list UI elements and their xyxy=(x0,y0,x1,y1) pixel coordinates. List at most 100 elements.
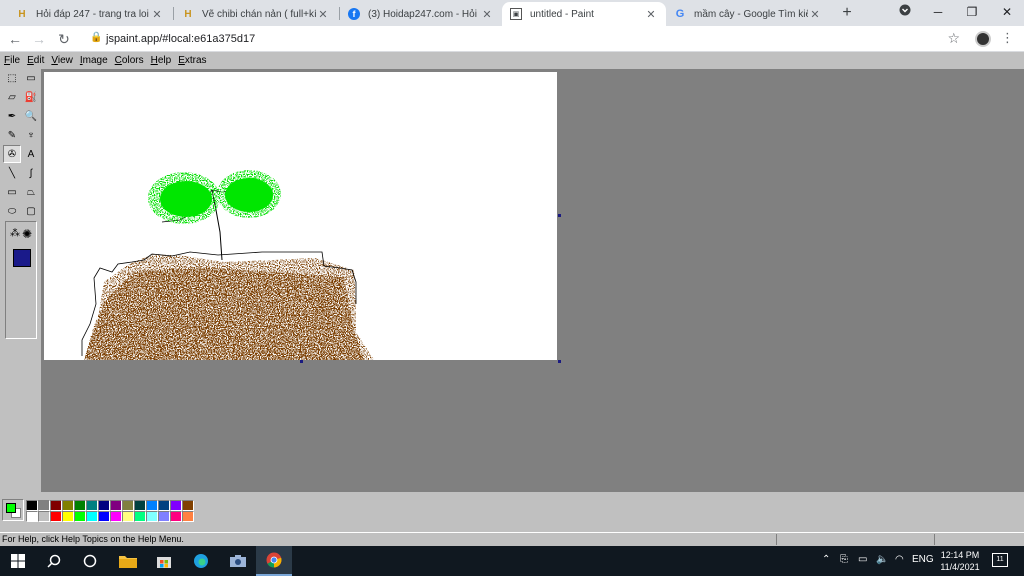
color-swatch[interactable] xyxy=(134,511,146,522)
notification-center-icon[interactable]: 11 xyxy=(992,553,1008,567)
rounded-rectangle-icon[interactable]: ▢ xyxy=(22,202,40,220)
reload-button[interactable]: ↻ xyxy=(55,30,73,48)
color-swatch[interactable] xyxy=(86,511,98,522)
color-swatch[interactable] xyxy=(110,511,122,522)
battery-icon[interactable]: ▭ xyxy=(858,554,867,565)
forward-button[interactable]: → xyxy=(30,30,48,48)
color-swatch[interactable] xyxy=(86,500,98,511)
fill-icon[interactable]: ⛽ xyxy=(22,88,40,106)
current-colors[interactable] xyxy=(2,499,24,521)
close-window-button[interactable]: ✕ xyxy=(995,3,1019,21)
tab-search-button[interactable] xyxy=(893,3,917,21)
eraser-icon[interactable]: ▱ xyxy=(3,88,21,106)
browser-tab-active[interactable]: ▣ untitled - Paint ✕ xyxy=(502,2,666,26)
pencil-icon[interactable]: ✎ xyxy=(3,126,21,144)
store-button[interactable] xyxy=(146,546,182,576)
color-swatch[interactable] xyxy=(170,500,182,511)
volume-icon[interactable]: 🔈 xyxy=(876,554,888,565)
color-swatch[interactable] xyxy=(38,500,50,511)
airbrush-medium-icon[interactable]: ✺ xyxy=(22,227,32,241)
cortana-button[interactable] xyxy=(72,546,108,576)
facebook-icon: f xyxy=(348,8,360,20)
ellipse-icon[interactable]: ⬭ xyxy=(3,202,21,220)
color-swatch[interactable] xyxy=(62,500,74,511)
menu-file[interactable]: File xyxy=(4,55,20,66)
browser-tab[interactable]: f (3) Hoidap247.com - Hỏi đáp ✕ xyxy=(340,2,502,26)
color-swatch[interactable] xyxy=(146,500,158,511)
free-form-select-icon[interactable]: ⬚ xyxy=(3,69,21,87)
color-swatch[interactable] xyxy=(26,511,38,522)
color-swatch[interactable] xyxy=(74,511,86,522)
color-swatch[interactable] xyxy=(50,500,62,511)
color-swatch[interactable] xyxy=(134,500,146,511)
bookmark-star-icon[interactable]: ☆ xyxy=(947,30,960,47)
chevron-up-icon[interactable]: ⌃ xyxy=(822,554,830,565)
foreground-color-box[interactable] xyxy=(6,503,16,513)
color-swatch[interactable] xyxy=(98,500,110,511)
polygon-icon[interactable]: ⏢ xyxy=(22,183,40,201)
color-swatch[interactable] xyxy=(182,500,194,511)
magnifier-icon[interactable]: 🔍 xyxy=(22,107,40,125)
close-tab-icon[interactable]: ✕ xyxy=(316,8,330,21)
meet-now-icon[interactable]: ⎘ xyxy=(840,554,848,565)
profile-avatar[interactable] xyxy=(975,31,991,47)
brush-icon[interactable]: ♆ xyxy=(22,126,40,144)
color-swatch[interactable] xyxy=(38,511,50,522)
address-bar[interactable]: 🔒 jspaint.app/#local:e61a375d17 ☆ xyxy=(82,29,968,49)
resize-handle-bottom[interactable] xyxy=(300,360,303,363)
color-swatch[interactable] xyxy=(122,500,134,511)
close-tab-icon[interactable]: ✕ xyxy=(808,8,822,21)
restore-button[interactable]: ❐ xyxy=(960,3,984,21)
airbrush-small-icon[interactable]: ⁂ xyxy=(10,228,20,239)
color-swatch[interactable] xyxy=(50,511,62,522)
search-button[interactable] xyxy=(36,546,72,576)
color-swatch[interactable] xyxy=(110,500,122,511)
pick-color-icon[interactable]: ✒ xyxy=(3,107,21,125)
menu-help[interactable]: Help xyxy=(151,55,172,66)
back-button[interactable]: ← xyxy=(6,30,24,48)
airbrush-icon[interactable]: ✇ xyxy=(3,145,21,163)
edge-button[interactable] xyxy=(183,546,219,576)
close-tab-icon[interactable]: ✕ xyxy=(150,8,164,21)
resize-handle-right[interactable] xyxy=(558,214,561,217)
line-icon[interactable]: ╲ xyxy=(3,164,21,182)
color-swatch[interactable] xyxy=(62,511,74,522)
menu-view[interactable]: View xyxy=(51,55,73,66)
color-swatch[interactable] xyxy=(158,500,170,511)
color-swatch[interactable] xyxy=(122,511,134,522)
start-button[interactable] xyxy=(0,546,36,576)
browser-tab[interactable]: H Hỏi đáp 247 - trang tra loi ✕ xyxy=(8,2,172,26)
chrome-button[interactable] xyxy=(256,546,292,576)
camera-button[interactable] xyxy=(220,546,256,576)
menu-colors[interactable]: Colors xyxy=(115,55,144,66)
minimize-button[interactable]: ─ xyxy=(926,3,950,21)
color-swatch[interactable] xyxy=(182,511,194,522)
curve-icon[interactable]: ∫ xyxy=(22,164,40,182)
color-swatch[interactable] xyxy=(98,511,110,522)
wifi-icon[interactable]: ◠ xyxy=(895,554,904,565)
rectangle-icon[interactable]: ▭ xyxy=(3,183,21,201)
url-text[interactable]: jspaint.app/#local:e61a375d17 xyxy=(106,33,255,45)
drawing-canvas[interactable] xyxy=(44,72,557,360)
resize-handle-corner[interactable] xyxy=(558,360,561,363)
color-swatch[interactable] xyxy=(158,511,170,522)
airbrush-large-icon[interactable] xyxy=(13,249,31,267)
color-swatch[interactable] xyxy=(26,500,38,511)
color-swatch[interactable] xyxy=(170,511,182,522)
menu-extras[interactable]: Extras xyxy=(178,55,206,66)
new-tab-button[interactable]: + xyxy=(838,4,856,22)
color-swatch[interactable] xyxy=(146,511,158,522)
browser-tab[interactable]: G mầm cây - Google Tìm kiếm ✕ xyxy=(666,2,830,26)
color-swatch[interactable] xyxy=(74,500,86,511)
select-icon[interactable]: ▭ xyxy=(22,69,40,87)
menu-edit[interactable]: Edit xyxy=(27,55,44,66)
language-indicator[interactable]: ENG xyxy=(912,554,934,565)
text-icon[interactable]: A xyxy=(22,145,40,163)
file-explorer-button[interactable] xyxy=(110,546,146,576)
clock[interactable]: 12:14 PM 11/4/2021 xyxy=(938,549,982,573)
menu-image[interactable]: Image xyxy=(80,55,108,66)
browser-tab[interactable]: H Vẽ chibi chán nản ( full+kí ) N ✕ xyxy=(174,2,338,26)
browser-menu-icon[interactable]: ⋮ xyxy=(1001,30,1014,46)
close-tab-icon[interactable]: ✕ xyxy=(480,8,494,21)
close-tab-icon[interactable]: ✕ xyxy=(644,8,658,21)
